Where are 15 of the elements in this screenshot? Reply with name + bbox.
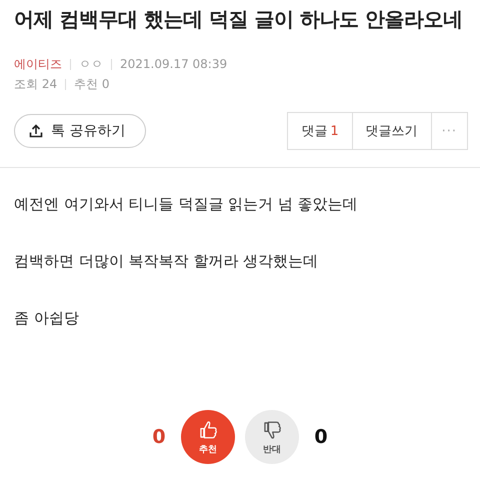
recommend-count: 추천 0 bbox=[74, 76, 110, 93]
nickname: ㅇㅇ bbox=[79, 56, 103, 73]
share-icon bbox=[29, 124, 43, 138]
downvote-button[interactable]: 반대 bbox=[245, 410, 299, 464]
vote-count: 0 bbox=[313, 426, 329, 448]
post-date: 2021.09.17 08:39 bbox=[120, 56, 228, 73]
upvote-button[interactable]: 추천 bbox=[181, 410, 235, 464]
vote-count: 0 bbox=[151, 426, 167, 448]
share-button[interactable]: 톡 공유하기 bbox=[14, 114, 146, 148]
author-name[interactable]: 에이티즈 bbox=[14, 54, 62, 74]
view-count: 조회 24 bbox=[14, 76, 58, 93]
post-paragraph: 컴백하면 더많이 복작복작 할꺼라 생각했는데 bbox=[14, 251, 320, 271]
post-title: 어제 컴백무대 했는데 덕질 글이 하나도 안올라오네 bbox=[13, 6, 464, 32]
post-paragraph: 예전엔 여기와서 티니들 덕질글 읽는거 넘 좋았는데 bbox=[14, 194, 359, 214]
post-paragraph: 좀 아쉽당 bbox=[14, 308, 80, 328]
